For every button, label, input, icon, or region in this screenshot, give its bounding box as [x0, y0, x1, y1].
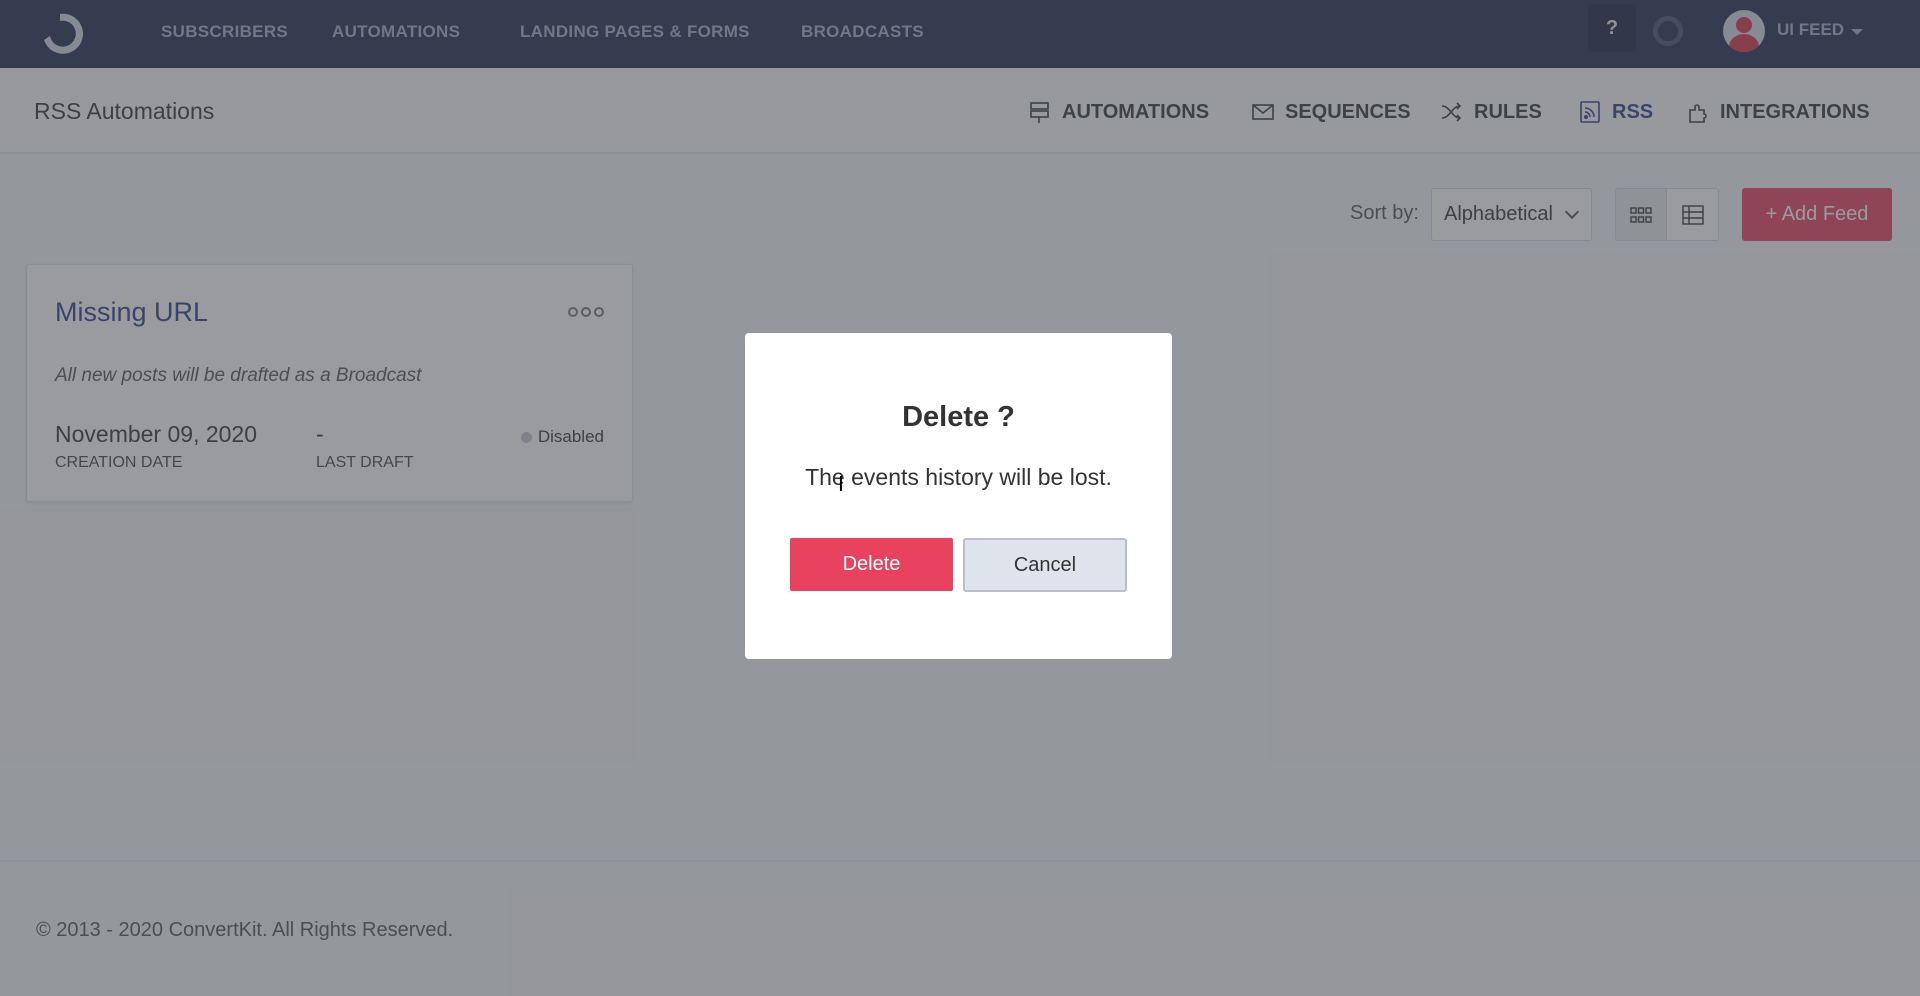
- delete-button[interactable]: Delete: [790, 538, 953, 591]
- dialog-message: The events history will be lost.: [805, 464, 1112, 490]
- cancel-button[interactable]: Cancel: [963, 538, 1127, 592]
- text-cursor-icon: I: [838, 472, 844, 496]
- delete-confirm-dialog: Delete ? The events history will be lost…: [745, 333, 1172, 659]
- dialog-title: Delete ?: [902, 401, 1015, 433]
